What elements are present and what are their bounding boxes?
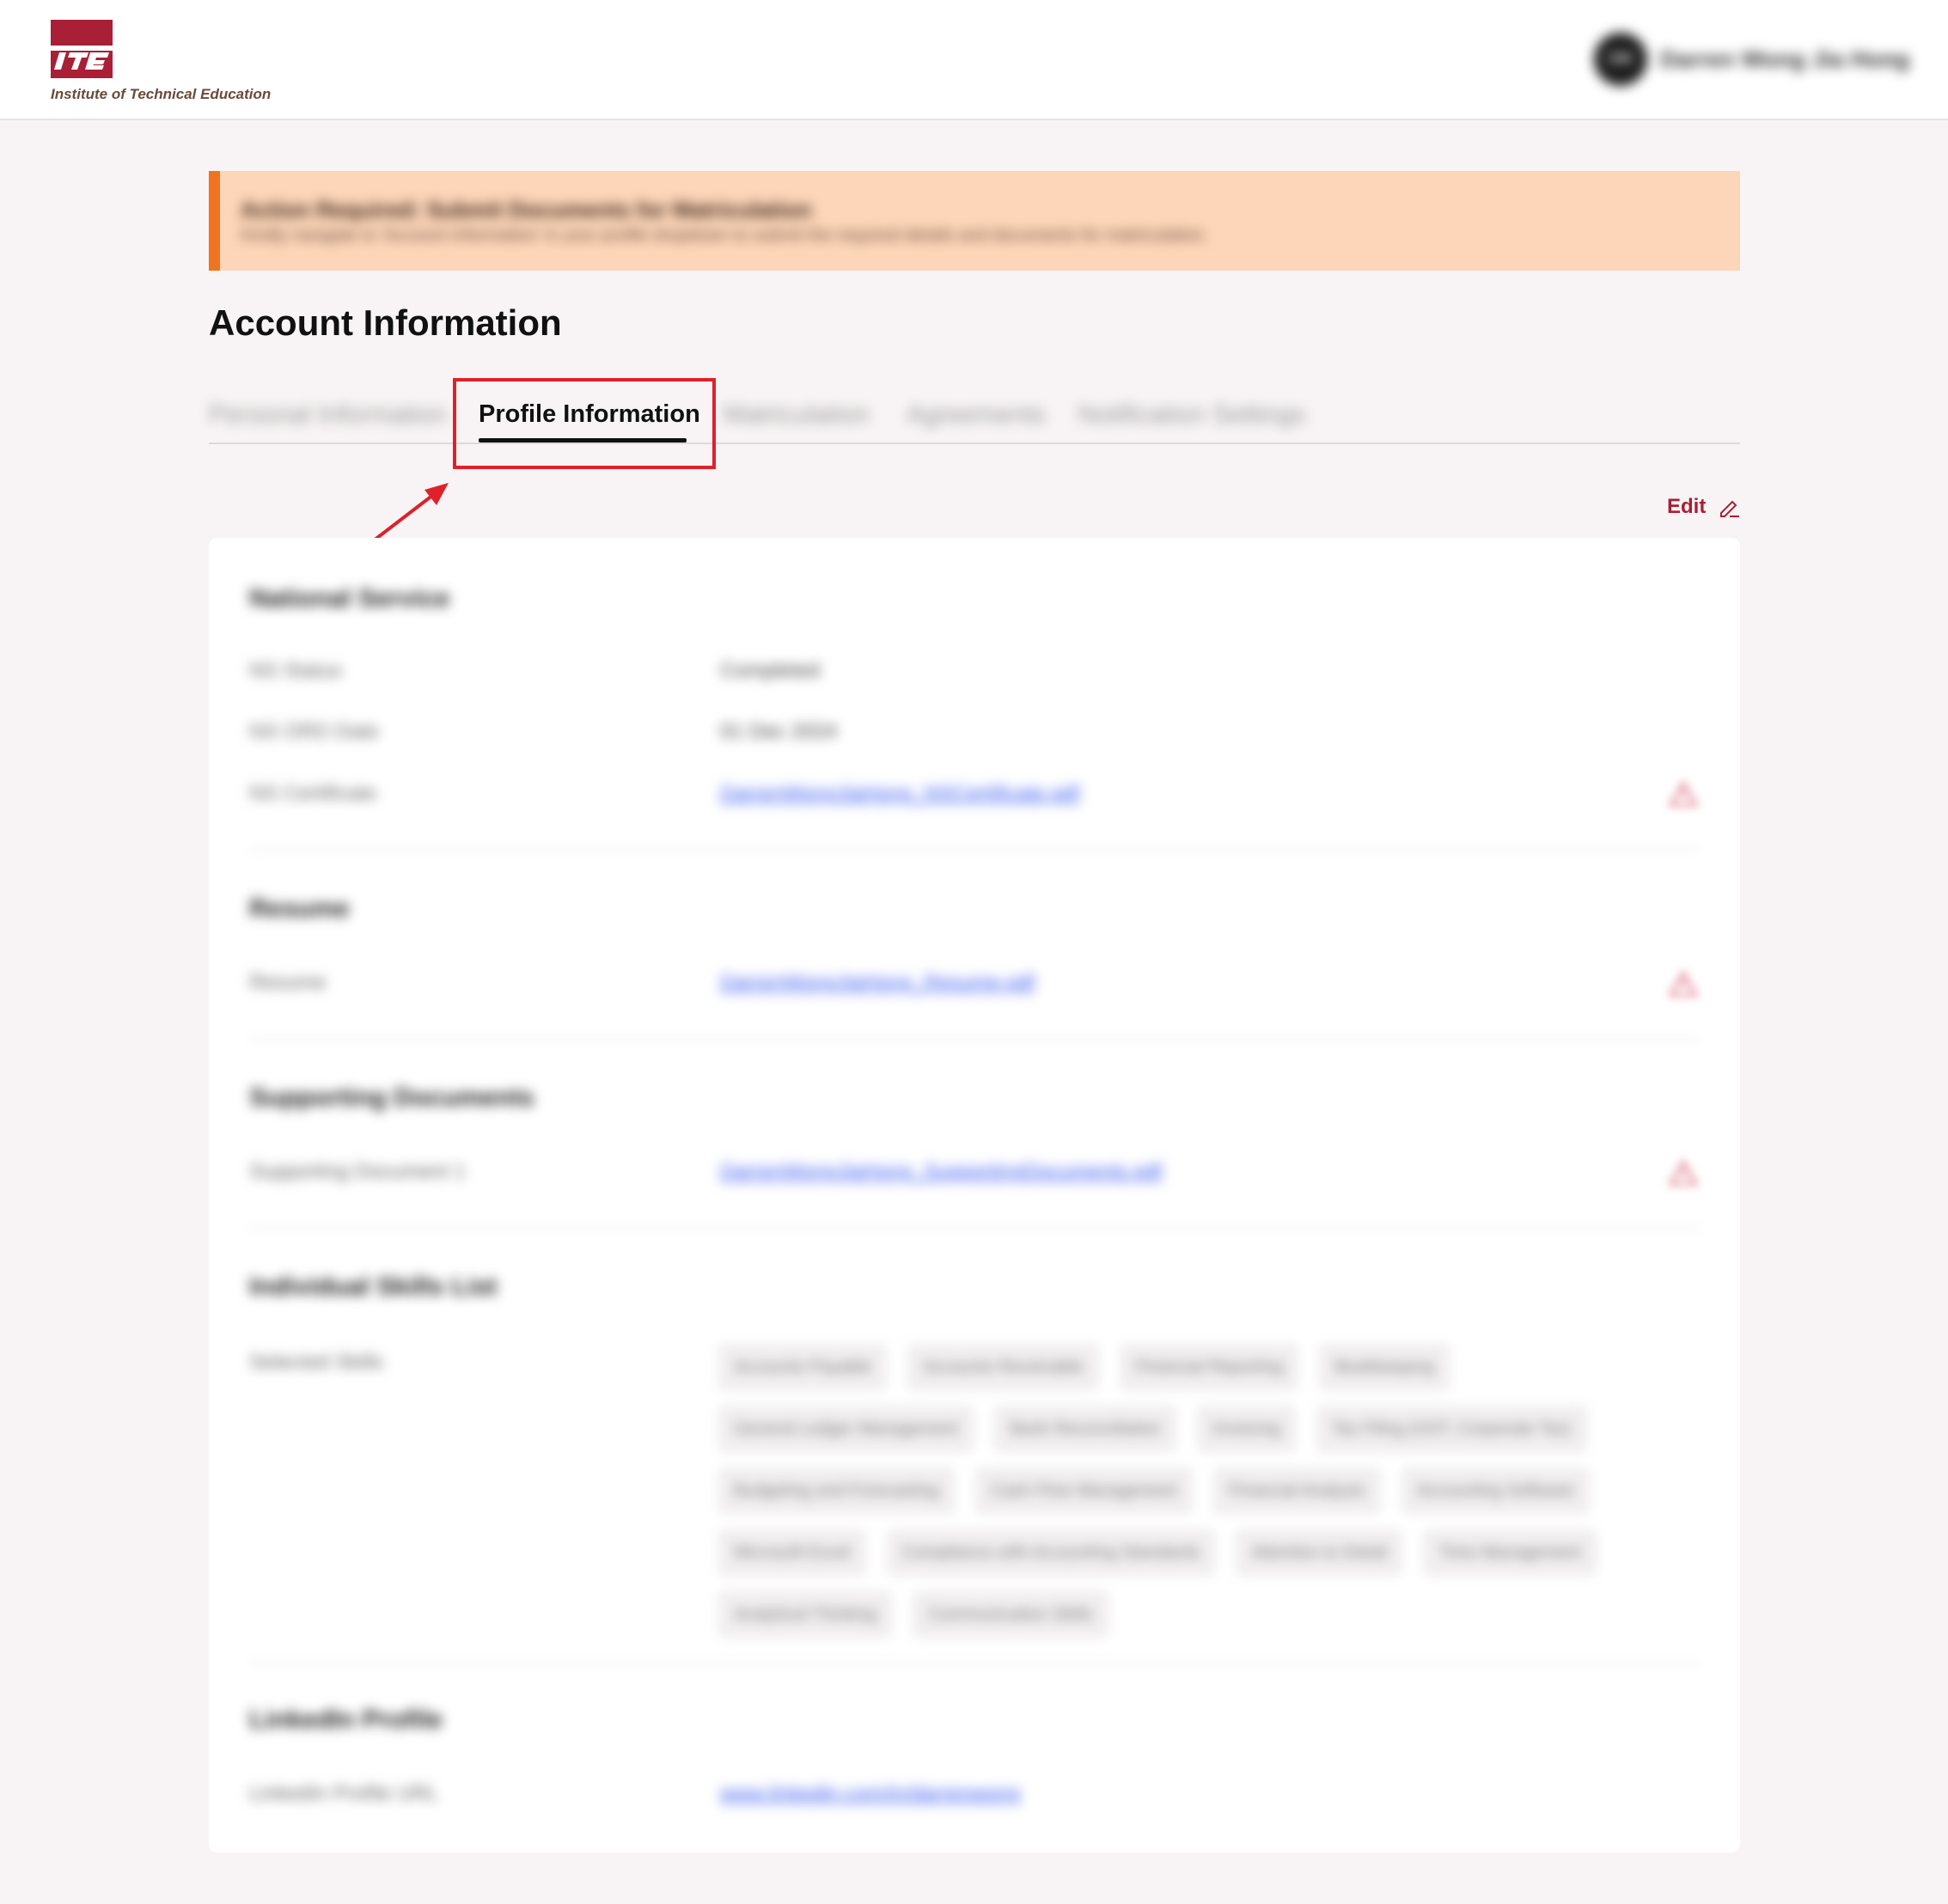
ns-status-value: Completed	[720, 659, 821, 682]
section-title-national-service: National Service	[249, 584, 450, 613]
edit-button[interactable]: Edit	[1667, 495, 1740, 519]
skill-chip: Accounting Software	[1402, 1469, 1589, 1512]
selected-skills-label: Selected Skills	[249, 1351, 384, 1374]
skill-chip: Invoicing	[1198, 1407, 1294, 1450]
section-divider	[249, 1227, 1700, 1229]
skill-chip: Cash Flow Management	[977, 1469, 1191, 1512]
highlight-annotation-box	[453, 378, 716, 469]
ns-certificate-label: NS Certificate	[249, 782, 377, 805]
banner-title: Action Required: Submit Documents for Ma…	[241, 197, 812, 223]
skill-chip: Bank Reconciliation	[996, 1407, 1175, 1450]
skill-chip: Accounts Receivable	[909, 1346, 1097, 1388]
section-title-supporting-documents: Supporting Documents	[249, 1083, 534, 1112]
skill-chip: Financial Analysis	[1214, 1469, 1379, 1512]
edit-label: Edit	[1667, 495, 1707, 518]
skill-chip: Attention to Detail	[1237, 1531, 1401, 1574]
skill-chip: General Ledger Management	[720, 1407, 973, 1450]
ns-ord-date-value: 01 Dec 2024	[720, 720, 838, 743]
page-title: Account Information	[209, 302, 562, 343]
linkedin-url-link[interactable]: www.linkedin.com/in/darrenwong	[720, 1782, 1021, 1806]
ite-logo[interactable]	[51, 20, 113, 78]
ns-status-label: NS Status	[249, 659, 343, 682]
section-title-linkedin: LinkedIn Profile	[249, 1706, 443, 1734]
ns-certificate-link[interactable]: DarrenWongJiaHong_NSCertificate.pdf	[720, 782, 1079, 806]
warning-icon[interactable]	[1669, 1159, 1698, 1187]
tab-notification-settings[interactable]: Notification Settings	[1078, 400, 1305, 430]
section-title-skills: Individual Skills List	[249, 1272, 498, 1301]
banner-text: Kindly navigate to 'Account Information'…	[241, 226, 1209, 245]
skill-chip: Analytical Thinking	[720, 1593, 891, 1636]
logo-text: Institute of Technical Education	[51, 86, 272, 102]
skill-chip: Budgeting and Forecasting	[720, 1469, 954, 1512]
warning-icon[interactable]	[1669, 970, 1698, 998]
user-name[interactable]: Darren Wong Jia Hong	[1660, 46, 1910, 73]
pencil-icon	[1720, 500, 1740, 517]
warning-icon[interactable]	[1669, 780, 1698, 808]
profile-card	[209, 538, 1740, 1852]
ns-ord-date-label: NS ORD Date	[249, 720, 379, 743]
top-header: Institute of Technical Education DW Darr…	[0, 0, 1948, 120]
skill-chip: Tax Filing (GST, Corporate Tax)	[1317, 1407, 1585, 1450]
supporting-document-link[interactable]: DarrenWongJiaHong_SupportingDocuments.pd…	[720, 1160, 1163, 1184]
supporting-document-label: Supporting Document 1	[249, 1160, 467, 1183]
skill-chip: Time Management	[1425, 1531, 1596, 1574]
resume-link[interactable]: DarrenWongJiaHong_Resume.pdf	[720, 971, 1035, 995]
tab-agreements[interactable]: Agreements	[907, 400, 1046, 430]
skill-chip: Microsoft Excel	[720, 1531, 864, 1574]
section-divider	[249, 849, 1700, 851]
tab-matriculation[interactable]: Matriculation	[724, 400, 870, 430]
skill-chip: Financial Reporting	[1121, 1346, 1298, 1388]
skills-chip-list: Accounts Payable Accounts Receivable Fin…	[720, 1346, 1700, 1636]
skill-chip: Bookkeeping	[1321, 1346, 1448, 1388]
skill-chip: Communication Skills	[914, 1593, 1107, 1636]
skill-chip: Accounts Payable	[720, 1346, 886, 1388]
ite-logo-mark-icon	[51, 20, 113, 78]
action-required-banner: Action Required: Submit Documents for Ma…	[209, 171, 1740, 271]
avatar[interactable]: DW	[1594, 33, 1647, 86]
section-title-resume: Resume	[249, 894, 350, 923]
section-divider	[249, 1662, 1700, 1663]
skill-chip: Compliance with Accounting Standards	[888, 1531, 1214, 1574]
tab-personal-information[interactable]: Personal Information	[209, 400, 447, 430]
chevron-down-icon[interactable]: ⌄	[1886, 48, 1901, 70]
tabs-divider	[209, 442, 1740, 444]
resume-label: Resume	[249, 971, 327, 994]
linkedin-url-label: LinkedIn Profile URL	[249, 1782, 439, 1805]
section-divider	[249, 1038, 1700, 1040]
